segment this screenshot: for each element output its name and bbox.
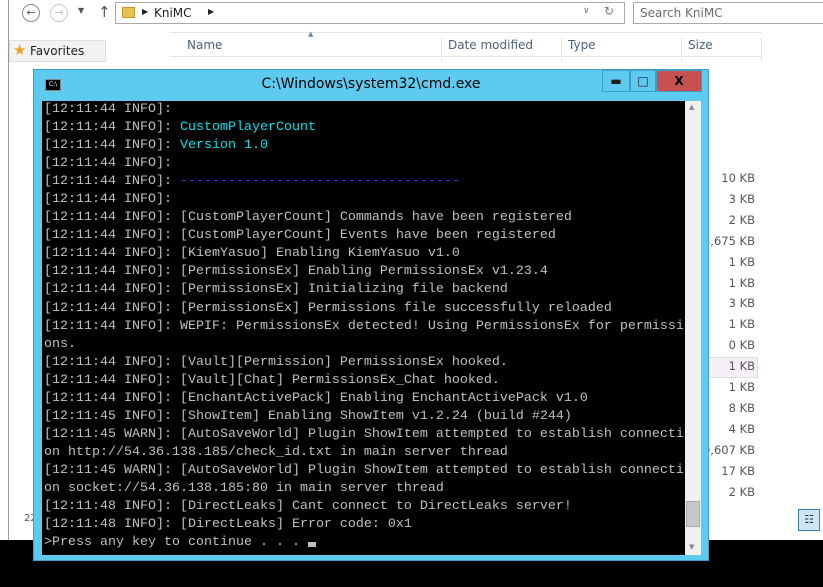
- console-line: [12:11:45 WARN]: [AutoSaveWorld] Plugin …: [44, 426, 685, 444]
- console-output[interactable]: [12:11:44 INFO]: [12:11:44 INFO]: CustomP…: [42, 101, 685, 555]
- console-text: [12:11:44 INFO]:: [44, 156, 172, 172]
- console-line: [12:11:44 INFO]:: [44, 155, 685, 173]
- column-size[interactable]: Size: [682, 38, 762, 62]
- cursor-icon: [307, 542, 316, 548]
- console-highlight: CustomPlayerCount: [179, 120, 316, 136]
- window-edge: [0, 0, 9, 587]
- console-line: on socket://54.36.138.185:80 in main ser…: [44, 480, 685, 498]
- console-line: [12:11:44 INFO]: [Vault][Chat] Permissio…: [44, 372, 685, 390]
- console-line: on http://54.36.138.185/check_id.txt in …: [44, 444, 685, 462]
- column-type[interactable]: Type: [562, 38, 682, 62]
- star-icon: ★: [13, 41, 27, 59]
- console-text: [12:11:44 INFO]: [KiemYasuo] Enabling Ki…: [44, 246, 460, 262]
- console-scrollbar[interactable]: ▲ ▼: [685, 101, 701, 555]
- console-text: [12:11:44 INFO]:: [44, 102, 172, 117]
- sort-arrow-icon: ▲: [308, 30, 314, 38]
- breadcrumb[interactable]: KniMC: [154, 6, 192, 20]
- console-text: [12:11:44 INFO]: [EnchantActivePack] Ena…: [44, 390, 588, 406]
- column-header: ▲ Name Date modified Type Size: [170, 30, 762, 62]
- console-text: [12:11:44 INFO]:: [44, 192, 172, 208]
- column-date-modified[interactable]: Date modified: [442, 38, 562, 62]
- recent-dropdown-icon[interactable]: ▼: [78, 6, 84, 15]
- console-text: >Press any key to continue . . .: [44, 535, 308, 551]
- console-text: [12:11:45 WARN]: [AutoSaveWorld] Plugin …: [44, 462, 684, 478]
- title-bar[interactable]: C:\ C:\Windows\system32\cmd.exe ▬ □ X: [34, 70, 708, 100]
- console-line: [12:11:44 INFO]: [PermissionsEx] Enablin…: [44, 263, 685, 281]
- console-text: [12:11:44 INFO]:: [44, 174, 180, 190]
- search-input[interactable]: Search KniMC: [633, 2, 823, 24]
- console-text: [12:11:44 INFO]: [Vault][Permission] Per…: [44, 354, 508, 370]
- console-line: [12:11:45 WARN]: [AutoSaveWorld] Plugin …: [44, 462, 685, 480]
- console-text: [12:11:44 INFO]: [CustomPlayerCount] Eve…: [44, 228, 556, 244]
- console-text: [12:11:44 INFO]:: [44, 138, 180, 154]
- console-line: [12:11:45 INFO]: [ShowItem] Enabling Sho…: [44, 408, 685, 426]
- console-line: [12:11:44 INFO]: WEPIF: PermissionsEx de…: [44, 318, 685, 336]
- scrollbar-thumb[interactable]: [686, 501, 700, 527]
- console-line: [12:11:44 INFO]: [EnchantActivePack] Ena…: [44, 390, 685, 408]
- console-line: [12:11:44 INFO]: Version 1.0: [44, 137, 685, 155]
- details-view-icon[interactable]: ☷: [798, 509, 820, 531]
- chevron-right-icon[interactable]: ▶: [208, 7, 214, 16]
- console-highlight: -----------------------------------: [179, 174, 460, 190]
- console-text: [12:11:44 INFO]: [Vault][Chat] Permissio…: [44, 372, 500, 388]
- favorites-label: Favorites: [30, 44, 85, 58]
- console-line: [12:11:44 INFO]:: [44, 101, 685, 119]
- folder-icon: [122, 7, 135, 18]
- nav-favorites[interactable]: ★ Favorites: [9, 40, 106, 62]
- maximize-button[interactable]: □: [630, 70, 656, 92]
- console-highlight: Version 1.0: [179, 138, 268, 154]
- console-line: >Press any key to continue . . .: [44, 534, 685, 552]
- up-button[interactable]: ↑: [98, 3, 111, 21]
- scroll-up-icon[interactable]: ▲: [689, 103, 694, 111]
- console-text: [12:11:44 INFO]: [CustomPlayerCount] Com…: [44, 210, 572, 226]
- address-bar[interactable]: ▶ KniMC ▶ ∨ ↻: [115, 2, 625, 24]
- console-line: [12:11:48 INFO]: [DirectLeaks] Error cod…: [44, 516, 685, 534]
- console-text: on socket://54.36.138.185:80 in main ser…: [44, 480, 444, 496]
- console-text: on http://54.36.138.185/check_id.txt in …: [44, 444, 508, 460]
- console-line: [12:11:44 INFO]: [Vault][Permission] Per…: [44, 354, 685, 372]
- history-dropdown-icon[interactable]: ∨: [583, 6, 590, 16]
- console-line: [12:11:44 INFO]: -----------------------…: [44, 173, 685, 191]
- console-text: ons.: [44, 336, 76, 352]
- console-text: [12:11:45 WARN]: [AutoSaveWorld] Plugin …: [44, 426, 684, 442]
- console-line: [12:11:44 INFO]: [PermissionsEx] Permiss…: [44, 300, 685, 318]
- console-text: [12:11:44 INFO]: [PermissionsEx] Permiss…: [44, 300, 612, 316]
- cmd-window[interactable]: C:\ C:\Windows\system32\cmd.exe ▬ □ X [1…: [33, 69, 709, 561]
- console-line: [12:11:44 INFO]: [CustomPlayerCount] Eve…: [44, 227, 685, 245]
- close-button[interactable]: X: [656, 70, 702, 92]
- console-text: [12:11:48 INFO]: [DirectLeaks] Cant conn…: [44, 499, 572, 515]
- console-text: [12:11:44 INFO]: [PermissionsEx] Initial…: [44, 282, 508, 298]
- console-line: [12:11:44 INFO]: [PermissionsEx] Initial…: [44, 281, 685, 299]
- console-text: [12:11:44 INFO]: WEPIF: PermissionsEx de…: [44, 318, 684, 334]
- console-text: [12:11:48 INFO]: [DirectLeaks] Error cod…: [44, 517, 412, 533]
- forward-button[interactable]: →: [50, 4, 68, 22]
- console-line: ons.: [44, 336, 685, 354]
- console-line: [12:11:44 INFO]:: [44, 191, 685, 209]
- console-text: [12:11:45 INFO]: [ShowItem] Enabling Sho…: [44, 408, 572, 424]
- column-name[interactable]: Name: [170, 38, 442, 62]
- refresh-icon[interactable]: ↻: [604, 4, 614, 18]
- console-line: [12:11:44 INFO]: CustomPlayerCount: [44, 119, 685, 137]
- console-text: [12:11:44 INFO]:: [44, 120, 180, 136]
- minimize-button[interactable]: ▬: [602, 70, 630, 92]
- console-text: [12:11:44 INFO]: [PermissionsEx] Enablin…: [44, 264, 548, 280]
- console-line: [12:11:44 INFO]: [CustomPlayerCount] Com…: [44, 209, 685, 227]
- scroll-down-icon[interactable]: ▼: [689, 543, 694, 551]
- console-line: [12:11:44 INFO]: [KiemYasuo] Enabling Ki…: [44, 245, 685, 263]
- back-button[interactable]: ←: [22, 4, 40, 22]
- chevron-right-icon: ▶: [142, 7, 149, 16]
- console-line: [12:11:48 INFO]: [DirectLeaks] Cant conn…: [44, 498, 685, 516]
